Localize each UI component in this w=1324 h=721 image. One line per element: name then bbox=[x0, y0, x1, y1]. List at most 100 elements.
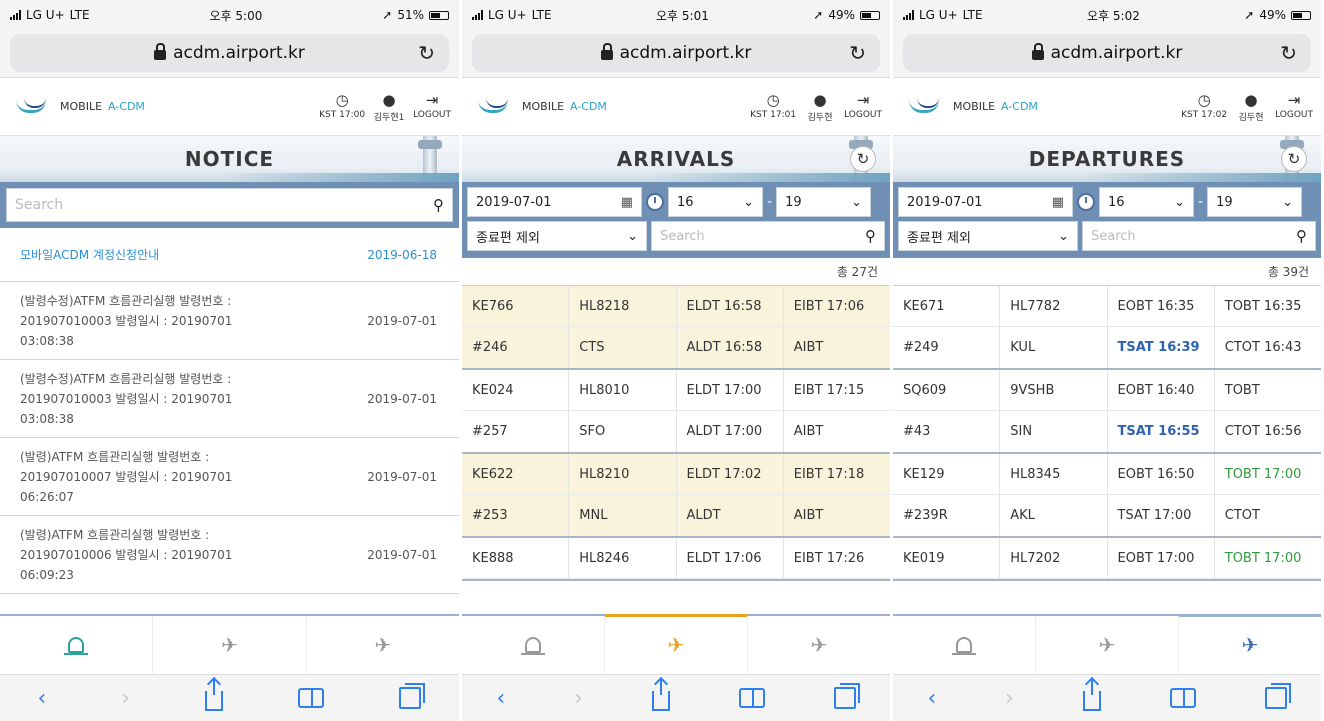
share-icon[interactable] bbox=[1082, 679, 1101, 711]
search-input[interactable]: Search ⚲ bbox=[1082, 221, 1316, 251]
exclude-ended-select[interactable]: 종료편 제외 ⌄ bbox=[467, 221, 647, 251]
chevron-down-icon: ⌄ bbox=[1058, 228, 1069, 244]
list-item[interactable]: (발령수정)ATFM 흐름관리실행 발령번호 : 201907010003 발령… bbox=[0, 360, 459, 438]
table-row[interactable]: #239R AKL TSAT 17:00 CTOT bbox=[893, 495, 1321, 536]
tab-arrivals[interactable]: ✈ bbox=[153, 616, 307, 674]
hour-to-select[interactable]: 19 ⌄ bbox=[1207, 187, 1303, 217]
table-cell: KE024 bbox=[462, 370, 570, 410]
table-row[interactable]: KE019 HL7202 EOBT 17:00 TOBT 17:00 bbox=[893, 538, 1321, 579]
status-bar: LG U+ LTE 오후 5:02 ➚ 49% bbox=[893, 0, 1321, 30]
refresh-button[interactable]: ↻ bbox=[1281, 146, 1307, 172]
hour-to-select[interactable]: 19 ⌄ bbox=[776, 187, 872, 217]
filter-panel: 2019-07-01 ▦ 16 ⌄ - 19 ⌄ 종료편 제외 ⌄ Search ⚲ bbox=[462, 182, 890, 258]
table-row[interactable]: KE622 HL8210 ELDT 17:02 EIBT 17:18 bbox=[462, 454, 890, 495]
kst-label: KST 17:00 bbox=[319, 110, 366, 120]
tab-notice[interactable] bbox=[0, 616, 154, 674]
table-row[interactable]: KE129 HL8345 EOBT 16:50 TOBT 17:00 bbox=[893, 454, 1321, 495]
table-row[interactable]: #43 SIN TSAT 16:55 CTOT 16:56 bbox=[893, 411, 1321, 452]
tab-notice[interactable] bbox=[893, 616, 1036, 674]
kst-label: KST 17:02 bbox=[1181, 110, 1228, 120]
date-picker[interactable]: 2019-07-01 ▦ bbox=[898, 187, 1073, 217]
search-input[interactable]: Search ⚲ bbox=[6, 188, 453, 222]
app-logo[interactable]: MOBILE A-CDM bbox=[476, 98, 607, 116]
hour-from-select[interactable]: 16 ⌄ bbox=[1099, 187, 1194, 217]
app-logo[interactable]: MOBILE A-CDM bbox=[907, 98, 1038, 116]
bookmarks-icon[interactable] bbox=[738, 688, 765, 708]
tab-departures[interactable]: ✈ bbox=[748, 616, 890, 674]
list-item[interactable]: (발령수정)ATFM 흐름관리실행 발령번호 : 201907010003 발령… bbox=[0, 282, 459, 360]
network: LTE bbox=[531, 8, 552, 22]
table-row[interactable]: KE766 HL8218 ELDT 16:58 EIBT 17:06 bbox=[462, 286, 890, 327]
reload-icon[interactable]: ↻ bbox=[849, 41, 866, 65]
address-bar[interactable]: acdm.airport.kr ↻ bbox=[903, 34, 1311, 72]
table-row[interactable]: KE671 HL7782 EOBT 16:35 TOBT 16:35 bbox=[893, 286, 1321, 327]
table-cell: SIN bbox=[1000, 411, 1108, 452]
search-icon[interactable]: ⚲ bbox=[865, 227, 876, 245]
flight-group[interactable]: KE622 HL8210 ELDT 17:02 EIBT 17:18 #253 MNL AL… bbox=[462, 454, 890, 538]
tab-departures[interactable]: ✈ bbox=[1179, 614, 1321, 674]
page-title: NOTICE bbox=[184, 147, 275, 171]
back-icon[interactable]: ‹ bbox=[38, 686, 47, 711]
address-bar[interactable]: acdm.airport.kr ↻ bbox=[10, 34, 449, 72]
back-icon[interactable]: ‹ bbox=[927, 686, 936, 711]
reload-icon[interactable]: ↻ bbox=[418, 41, 435, 65]
flight-group[interactable]: KE019 HL7202 EOBT 17:00 TOBT 17:00 bbox=[893, 538, 1321, 581]
bottom-tab-bar: ✈ ✈ bbox=[462, 614, 890, 674]
list-item[interactable]: (발령)ATFM 흐름관리실행 발령번호 : 201907010007 발령일시… bbox=[0, 438, 459, 516]
hour-from-value: 16 bbox=[1108, 194, 1125, 210]
tab-departures[interactable]: ✈ bbox=[307, 616, 459, 674]
flight-group[interactable]: SQ609 9VSHB EOBT 16:40 TOBT #43 SIN TSAT 16:55… bbox=[893, 370, 1321, 454]
search-icon[interactable]: ⚲ bbox=[433, 196, 444, 214]
forward-icon[interactable]: › bbox=[1005, 686, 1014, 711]
logout-button[interactable]: ⇥ LOGOUT bbox=[413, 90, 451, 123]
user-info[interactable]: ● 김두현 bbox=[802, 90, 838, 123]
refresh-button[interactable]: ↻ bbox=[850, 146, 876, 172]
table-row[interactable]: KE024 HL8010 ELDT 17:00 EIBT 17:15 bbox=[462, 370, 890, 411]
tab-notice[interactable] bbox=[462, 616, 605, 674]
tabs-icon[interactable] bbox=[1264, 683, 1291, 709]
reload-icon[interactable]: ↻ bbox=[1280, 41, 1297, 65]
flight-group[interactable]: KE024 HL8010 ELDT 17:00 EIBT 17:15 #257 SFO AL… bbox=[462, 370, 890, 454]
share-icon[interactable] bbox=[205, 679, 224, 711]
user-info[interactable]: ● 김두현1 bbox=[371, 90, 407, 123]
flight-group[interactable]: KE888 HL8246 ELDT 17:06 EIBT 17:26 bbox=[462, 538, 890, 581]
forward-icon[interactable]: › bbox=[121, 686, 130, 711]
table-row[interactable]: #246 CTS ALDT 16:58 AIBT bbox=[462, 327, 890, 368]
tabs-icon[interactable] bbox=[833, 683, 860, 709]
list-item[interactable]: 모바일ACDM 계정신청안내 2019-06-18 bbox=[0, 228, 459, 282]
flight-group[interactable]: KE129 HL8345 EOBT 16:50 TOBT 17:00 #239R AKL T… bbox=[893, 454, 1321, 538]
share-icon[interactable] bbox=[651, 679, 670, 711]
logout-icon: ⇥ bbox=[856, 91, 870, 109]
hour-from-select[interactable]: 16 ⌄ bbox=[668, 187, 763, 217]
user-info[interactable]: ● 김두현 bbox=[1233, 90, 1269, 123]
table-row[interactable]: KE888 HL8246 ELDT 17:06 EIBT 17:26 bbox=[462, 538, 890, 579]
departure-plane-icon: ✈ bbox=[1241, 633, 1259, 657]
flight-group[interactable]: KE671 HL7782 EOBT 16:35 TOBT 16:35 #249 KUL TS… bbox=[893, 286, 1321, 370]
table-row[interactable]: #253 MNL ALDT AIBT bbox=[462, 495, 890, 536]
list-item[interactable]: (발령)ATFM 흐름관리실행 발령번호 : 201907010006 발령일시… bbox=[0, 516, 459, 594]
logout-button[interactable]: ⇥ LOGOUT bbox=[1275, 90, 1313, 123]
bookmarks-icon[interactable] bbox=[1169, 688, 1196, 708]
exclude-ended-select[interactable]: 종료편 제외 ⌄ bbox=[898, 221, 1078, 251]
departure-plane-icon: ✈ bbox=[374, 633, 392, 657]
flight-group[interactable]: KE766 HL8218 ELDT 16:58 EIBT 17:06 #246 CTS AL… bbox=[462, 286, 890, 370]
address-bar[interactable]: acdm.airport.kr ↻ bbox=[472, 34, 880, 72]
tabs-icon[interactable] bbox=[399, 683, 426, 709]
table-row[interactable]: #249 KUL TSAT 16:39 CTOT 16:43 bbox=[893, 327, 1321, 368]
tab-arrivals[interactable]: ✈ bbox=[605, 614, 748, 674]
search-icon[interactable]: ⚲ bbox=[1296, 227, 1307, 245]
lock-icon bbox=[1031, 43, 1044, 60]
logout-button[interactable]: ⇥ LOGOUT bbox=[844, 90, 882, 123]
brand-suffix: A-CDM bbox=[108, 100, 145, 113]
forward-icon[interactable]: › bbox=[574, 686, 583, 711]
tab-arrivals[interactable]: ✈ bbox=[1036, 616, 1179, 674]
table-row[interactable]: #257 SFO ALDT 17:00 AIBT bbox=[462, 411, 890, 452]
table-row[interactable]: SQ609 9VSHB EOBT 16:40 TOBT bbox=[893, 370, 1321, 411]
back-icon[interactable]: ‹ bbox=[496, 686, 505, 711]
search-input[interactable]: Search ⚲ bbox=[651, 221, 885, 251]
app-logo[interactable]: MOBILE A-CDM bbox=[14, 98, 145, 116]
logout-label: LOGOUT bbox=[413, 110, 451, 120]
table-cell: ELDT 17:02 bbox=[677, 454, 784, 494]
date-picker[interactable]: 2019-07-01 ▦ bbox=[467, 187, 642, 217]
bookmarks-icon[interactable] bbox=[298, 688, 325, 708]
